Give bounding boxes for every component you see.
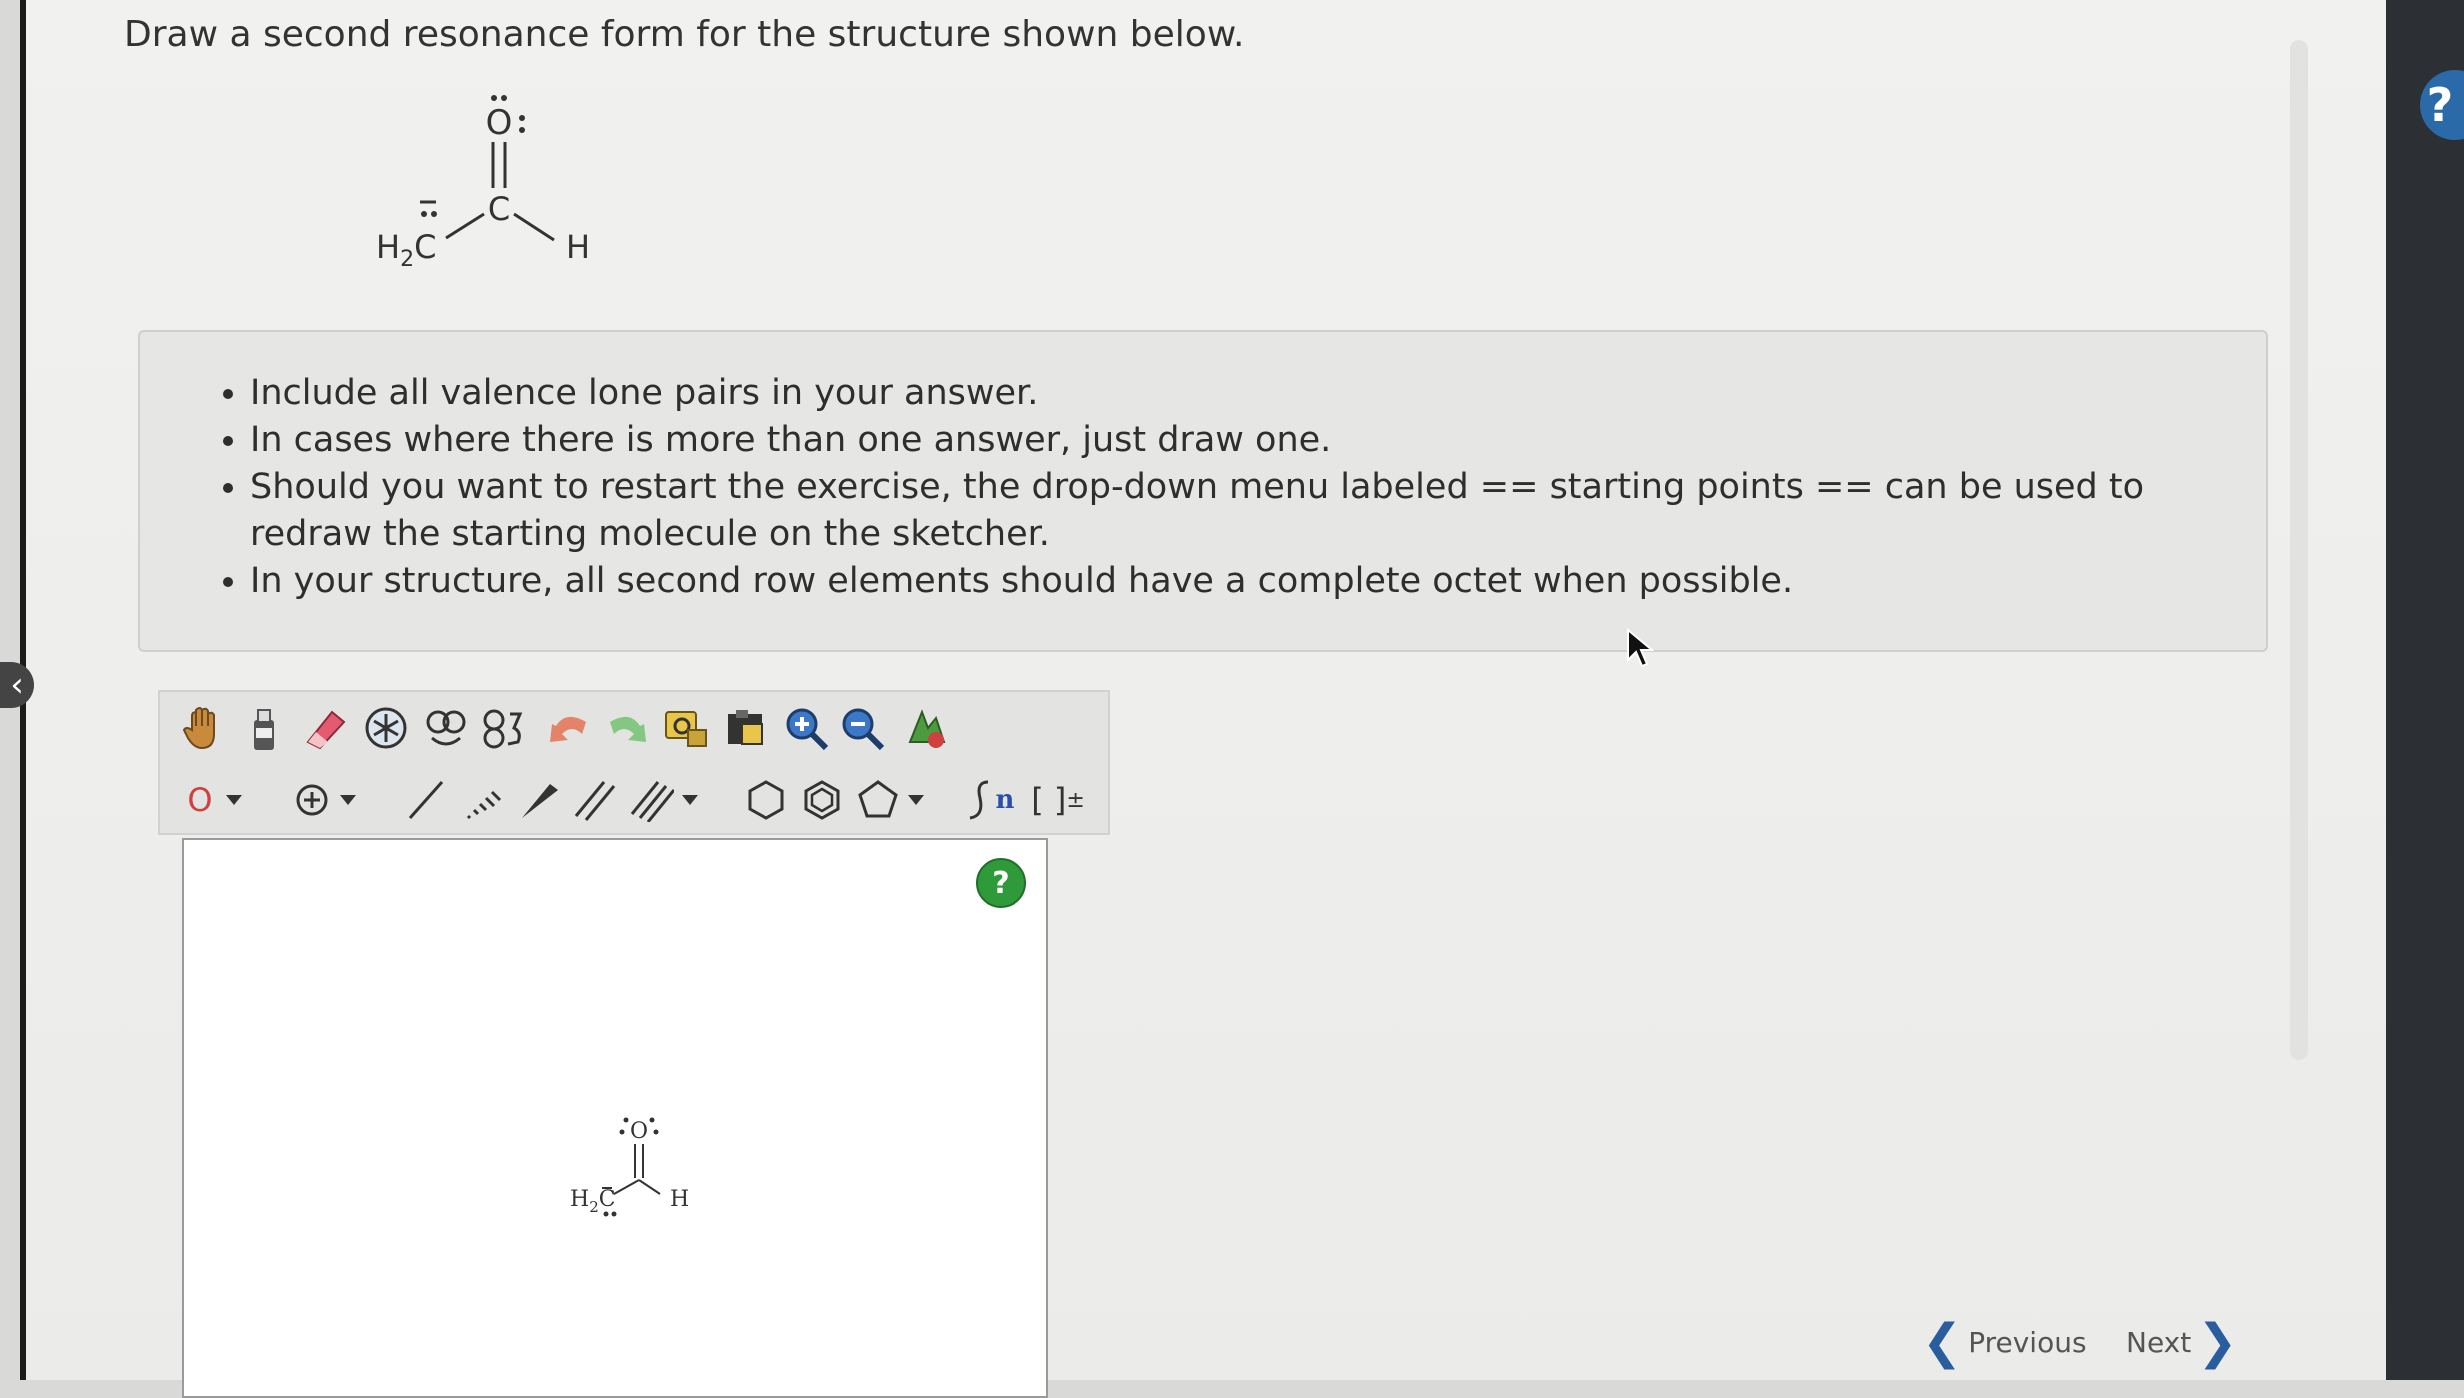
eraser-icon[interactable] [300,702,352,754]
page-panel: Draw a second resonance form for the str… [20,0,2386,1398]
canvas-methylene-carbon: C [599,1187,616,1212]
charge-plus-icon[interactable] [288,774,336,826]
settings-icon[interactable] [900,702,952,754]
instruction-item: Include all valence lone pairs in your a… [250,370,2266,417]
methylene-h: H [376,228,400,266]
previous-button[interactable]: ❮ Previous [1922,1318,2087,1366]
atom-selector[interactable]: O [178,774,222,826]
undo-icon[interactable] [544,702,596,754]
bracket-tool[interactable]: [ ] ± [1026,774,1090,826]
zoom-out-icon[interactable] [836,702,888,754]
given-structure: O C H2C H [376,95,590,272]
next-button[interactable]: Next ❯ [2126,1318,2237,1366]
instructions-box: Include all valence lone pairs in your a… [138,330,2268,652]
page-scrollbar[interactable] [2290,40,2308,1060]
instruction-item: Should you want to restart the exercise,… [250,464,2266,558]
canvas-hydrogen: H [670,1187,689,1212]
chain-label: n [995,785,1015,815]
redo-icon[interactable] [600,702,652,754]
oxygen-atom: O [486,103,513,143]
zoom-in-icon[interactable] [780,702,832,754]
sketcher-toolbar: O n [] ± [158,690,1110,835]
carbonyl-carbon: C [488,190,510,228]
cyclohexane-icon[interactable] [740,774,792,826]
single-bond-icon[interactable] [400,774,452,826]
chevron-down-icon[interactable] [336,784,360,816]
cyclopentane-icon[interactable] [852,774,904,826]
chevron-right-icon: ❯ [2197,1314,2238,1370]
instruction-item: In your structure, all second row elemen… [250,558,2266,605]
svg-text:H2C: H2C [376,228,436,272]
instruction-item: In cases where there is more than one an… [250,417,2266,464]
hand-icon[interactable] [178,702,230,754]
canvas-help-button[interactable]: ? [976,858,1026,908]
bracket-label: [ ] [1031,781,1067,819]
side-help-button[interactable]: ? [2420,70,2464,140]
next-label: Next [2126,1325,2192,1359]
double-bond-icon[interactable] [568,774,620,826]
template-library-icon[interactable] [420,702,472,754]
chevron-left-icon: ❮ [1922,1314,1963,1370]
chain-template-icon[interactable] [478,702,530,754]
chevron-down-icon[interactable] [222,784,246,816]
bracket-charge: ± [1066,787,1085,813]
chevron-down-icon[interactable] [904,784,928,816]
methylene-carbon: C [414,228,436,266]
hashed-bond-icon[interactable] [456,774,508,826]
chevron-down-icon[interactable] [678,784,702,816]
copy-icon[interactable] [720,702,772,754]
canvas-structure[interactable]: O H2C H [556,1110,716,1220]
wedge-bond-icon[interactable] [512,774,564,826]
chain-tool[interactable]: n [960,774,1020,826]
triple-bond-icon[interactable] [626,774,678,826]
bottle-icon[interactable] [238,702,290,754]
side-panel [2386,0,2464,1380]
canvas-methylene-h: H [570,1187,589,1212]
mouse-cursor-icon [1627,628,1654,668]
svg-text:H2C: H2C [570,1187,616,1216]
clean-structure-icon[interactable] [660,702,712,754]
benzene-icon[interactable] [796,774,848,826]
previous-label: Previous [1968,1325,2087,1359]
ring-template-icon[interactable] [360,702,412,754]
canvas-methylene-subscript: 2 [589,1198,599,1216]
aldehyde-hydrogen: H [566,228,590,266]
methylene-subscript: 2 [400,247,414,272]
canvas-oxygen: O [630,1119,648,1144]
question-text: Draw a second resonance form for the str… [124,14,1245,55]
